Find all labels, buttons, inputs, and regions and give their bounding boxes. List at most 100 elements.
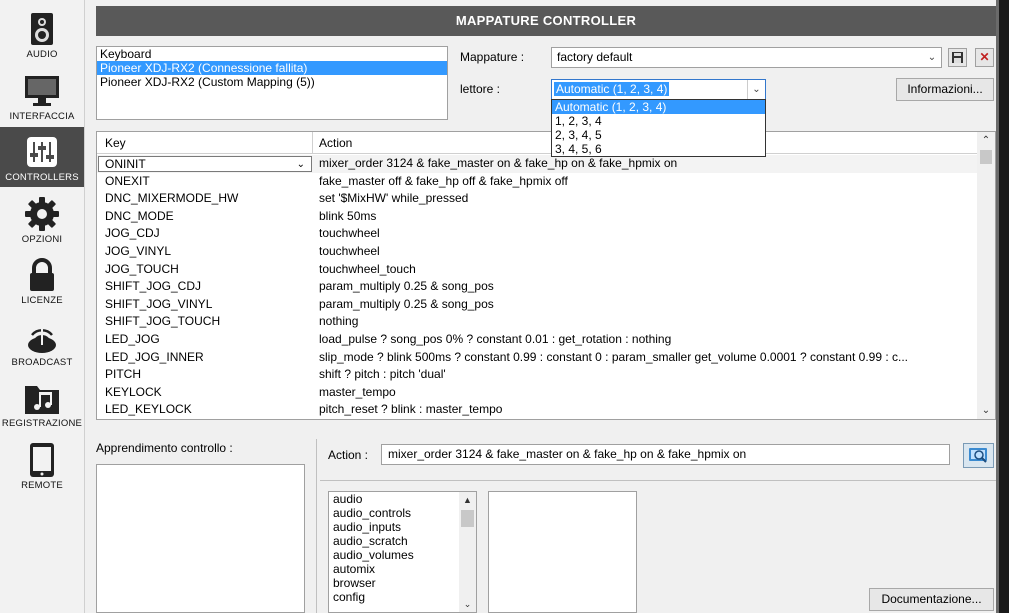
table-row[interactable]: JOG_TOUCH touchwheel_touch [97,261,977,279]
category-list[interactable]: audio audio_controls audio_inputs audio_scr… [328,491,477,613]
save-button[interactable] [948,48,967,67]
mappature-select[interactable]: factory default ⌄ [551,47,942,68]
action-label: Action : [328,448,369,462]
row-key: LED_JOG [105,332,160,346]
row-action: param_multiply 0.25 & song_pos [319,279,494,294]
sidebar: AUDIO INTERFACCIA CONTROLLERS OPZIONI LI… [0,0,85,613]
column-header-action[interactable]: Action [319,136,352,150]
dropdown-option[interactable]: 2, 3, 4, 5 [552,128,765,142]
scroll-up-icon[interactable]: ▲ [459,492,476,508]
lettore-select[interactable]: Automatic (1, 2, 3, 4) ⌄ [551,79,766,100]
divider [316,439,317,613]
lettore-label: lettore : [460,82,501,96]
column-header-key[interactable]: Key [105,136,126,150]
search-icon [969,448,987,463]
row-key: DNC_MODE [105,208,174,223]
controller-list[interactable]: Keyboard Pioneer XDJ-RX2 (Connessione fa… [96,46,448,120]
learn-label: Apprendimento controllo : [96,441,233,455]
table-row[interactable]: SHIFT_JOG_TOUCH nothing [97,313,977,331]
mappature-value: factory default [557,50,633,64]
sidebar-item-label: INTERFACCIA [9,111,75,122]
row-action: touchwheel [319,226,380,241]
row-action: master_tempo [319,384,396,399]
scroll-down-icon[interactable]: ⌄ [977,402,995,419]
sidebar-item-label: BROADCAST [11,357,73,368]
category-item[interactable]: config [329,590,476,604]
chevron-down-icon: ⌄ [747,80,765,99]
sidebar-item-broadcast[interactable]: BROADCAST [0,312,84,372]
page-title: MAPPATURE CONTROLLER [96,6,996,36]
table-scrollbar[interactable]: ⌃ ⌄ [977,132,995,419]
scrollbar-thumb[interactable] [980,150,992,164]
category-item[interactable]: audio_scratch [329,534,476,548]
table-row[interactable]: DNC_MODE blink 50ms [97,208,977,226]
sidebar-item-audio[interactable]: AUDIO [0,4,84,64]
row-action: touchwheel_touch [319,261,416,276]
monitor-icon [25,76,59,106]
dropdown-option[interactable]: 1, 2, 3, 4 [552,114,765,128]
sidebar-item-label: AUDIO [26,49,58,60]
category-item[interactable]: audio_controls [329,506,476,520]
category-item[interactable]: automix [329,562,476,576]
row-key: SHIFT_JOG_TOUCH [105,314,221,329]
delete-button[interactable]: ✕ [975,48,994,67]
scroll-up-icon[interactable]: ⌃ [977,132,995,149]
controller-item[interactable]: Pioneer XDJ-RX2 (Custom Mapping (5)) [97,75,447,89]
scrollbar-thumb[interactable] [461,510,474,527]
category-scrollbar[interactable]: ▲ ⌄ [459,492,476,612]
divider [320,480,996,481]
table-row[interactable]: LED_JOG load_pulse ? song_pos 0% ? consta… [97,331,977,349]
verb-list[interactable] [488,491,637,613]
sidebar-item-interfaccia[interactable]: INTERFACCIA [0,66,84,126]
search-button[interactable] [963,443,994,468]
mapping-table[interactable]: Key Action ONINIT ⌄ mixer_order 3124 & fak… [96,131,996,420]
controller-item[interactable]: Keyboard [97,47,447,61]
category-item[interactable]: audio_volumes [329,548,476,562]
table-row[interactable]: ONEXIT fake_master off & fake_hp off & fa… [97,173,977,191]
chevron-down-icon: ⌄ [927,52,937,63]
table-row[interactable]: SHIFT_JOG_CDJ param_multiply 0.25 & song_… [97,278,977,296]
tablet-icon [30,443,54,477]
row-action: nothing [319,314,359,329]
informazioni-button[interactable]: Informazioni... [896,78,994,101]
mappature-label: Mappature : [460,50,525,64]
table-row[interactable]: LED_JOG_INNER slip_mode ? blink 500ms ? c… [97,349,977,367]
learn-panel [96,464,305,613]
category-item[interactable]: audio_inputs [329,520,476,534]
controller-item[interactable]: Pioneer XDJ-RX2 (Connessione fallita) [97,61,447,75]
category-item[interactable]: browser [329,576,476,590]
row-action: mixer_order 3124 & fake_master on & fake… [319,156,678,170]
table-row[interactable]: SHIFT_JOG_VINYL param_multiply 0.25 & son… [97,296,977,314]
key-select[interactable]: ONINIT ⌄ [98,156,312,172]
sidebar-item-label: REMOTE [21,480,63,491]
music-folder-icon [25,386,59,414]
row-key: LED_KEYLOCK [105,402,192,417]
table-row[interactable]: KEYLOCK master_tempo [97,384,977,402]
dropdown-option[interactable]: 3, 4, 5, 6 [552,142,765,156]
table-row[interactable]: PITCH shift ? pitch : pitch 'dual' [97,366,977,384]
sidebar-item-remote[interactable]: REMOTE [0,435,84,495]
row-key: PITCH [105,367,141,382]
lettore-dropdown[interactable]: Automatic (1, 2, 3, 4) 1, 2, 3, 4 2, 3, … [551,99,766,157]
gear-icon [25,197,59,231]
table-row[interactable]: JOG_VINYL touchwheel [97,243,977,261]
category-item[interactable]: audio [329,492,476,506]
sidebar-item-licenze[interactable]: LICENZE [0,250,84,310]
action-input[interactable]: mixer_order 3124 & fake_master on & fake… [381,444,950,465]
scroll-down-icon[interactable]: ⌄ [459,596,476,612]
row-key: ONINIT [105,157,146,171]
documentazione-button[interactable]: Documentazione... [869,588,994,611]
sidebar-item-registrazione[interactable]: REGISTRAZIONE [0,373,84,433]
table-row[interactable]: DNC_MIXERMODE_HW set '$MixHW' while_press… [97,190,977,208]
row-action: shift ? pitch : pitch 'dual' [319,367,446,382]
dropdown-option[interactable]: Automatic (1, 2, 3, 4) [552,100,765,114]
window-border [996,0,1009,613]
table-row[interactable]: JOG_CDJ touchwheel [97,225,977,243]
sidebar-item-label: LICENZE [21,295,63,306]
table-row[interactable]: ONINIT ⌄ mixer_order 3124 & fake_master on… [97,155,977,173]
row-action: load_pulse ? song_pos 0% ? constant 0.01… [319,332,672,346]
row-action: pitch_reset ? blink : master_tempo [319,402,503,417]
sidebar-item-opzioni[interactable]: OPZIONI [0,189,84,249]
table-row[interactable]: LED_KEYLOCK pitch_reset ? blink : master_… [97,401,977,419]
sidebar-item-controllers[interactable]: CONTROLLERS [0,127,84,187]
